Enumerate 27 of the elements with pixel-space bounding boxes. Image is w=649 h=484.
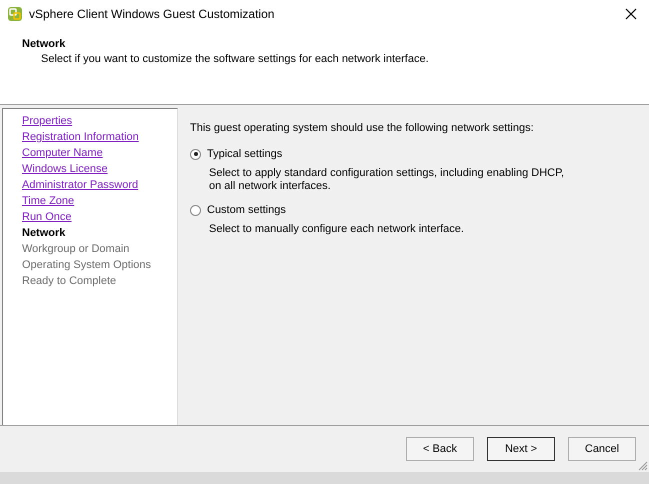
option-description: Select to manually configure each network interface. xyxy=(209,223,465,236)
radio-button[interactable] xyxy=(190,204,201,216)
radio-button[interactable] xyxy=(190,148,201,160)
option-label[interactable]: Custom settings xyxy=(207,204,286,216)
step-item[interactable]: Run Once xyxy=(22,209,177,225)
page-subtitle: Select if you want to customize the software settings for each network interface. xyxy=(40,53,430,65)
window-title: vSphere Client Windows Guest Customization xyxy=(29,7,276,21)
step-item[interactable]: Administrator Password xyxy=(22,177,177,193)
step-item[interactable]: Properties xyxy=(22,113,177,129)
intro-text: This guest operating system should use the following network settings: xyxy=(190,122,535,134)
step-item: Workgroup or Domain xyxy=(22,242,130,257)
step-item: Network xyxy=(22,226,66,241)
resize-grip-icon[interactable] xyxy=(636,459,648,471)
step-item: Operating System Options xyxy=(22,258,152,273)
step-item[interactable]: Computer Name xyxy=(22,145,177,161)
step-item[interactable]: Time Zone xyxy=(22,193,177,209)
app-logo-icon xyxy=(7,6,23,22)
option-label[interactable]: Typical settings xyxy=(207,148,282,160)
step-item[interactable]: Windows License xyxy=(22,161,177,177)
wizard-button[interactable]: < Back xyxy=(406,437,474,461)
close-icon[interactable] xyxy=(625,8,637,20)
step-item[interactable]: Registration Information xyxy=(22,129,177,145)
step-item: Ready to Complete xyxy=(22,274,118,289)
option-description: Select to apply standard configuration settings, including enabling DHCP, on all network interfaces. xyxy=(209,167,566,193)
wizard-button[interactable]: Cancel xyxy=(568,437,636,461)
wizard-button[interactable]: Next > xyxy=(487,437,555,461)
page-title: Network xyxy=(22,38,66,50)
